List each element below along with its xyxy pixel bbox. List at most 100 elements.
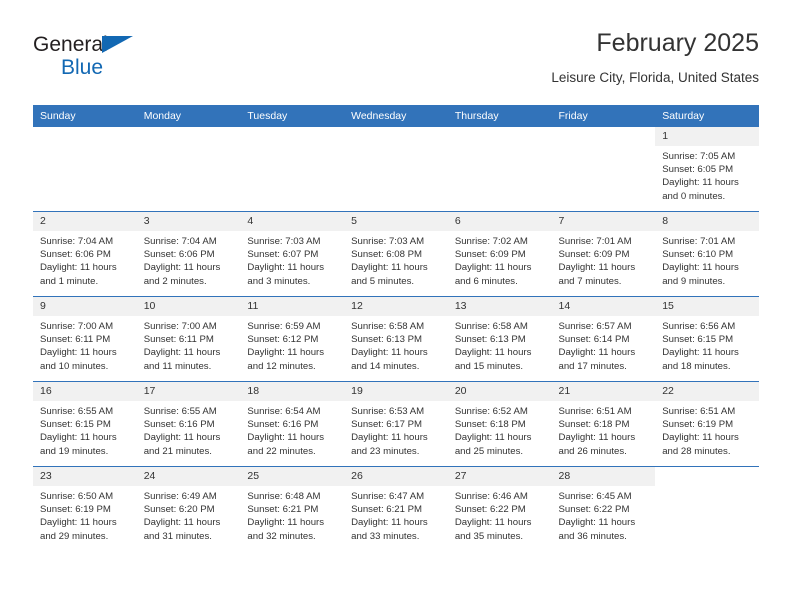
sunrise-text: Sunrise: 6:46 AM — [454, 491, 528, 502]
day-cell: 14 Sunrise: 6:57 AM Sunset: 6:14 PM Dayligh… — [551, 297, 656, 381]
calendar-cell-empty — [344, 127, 448, 212]
daylight-text-line2: and 19 minutes. — [40, 445, 109, 457]
calendar-cell-day[interactable]: 3 Sunrise: 7:04 AM Sunset: 6:06 PM Daylight… — [136, 211, 241, 297]
calendar-cell-day[interactable]: 20 Sunrise: 6:52 AM Sunset: 6:18 PM Dayligh… — [447, 381, 552, 467]
calendar-cell-empty — [240, 127, 345, 212]
sun-info: Sunrise: 7:00 AM Sunset: 6:11 PM Daylight:… — [137, 316, 241, 373]
sun-info: Sunrise: 6:58 AM Sunset: 6:13 PM Daylight:… — [344, 316, 448, 373]
calendar-cell-day[interactable]: 19 Sunrise: 6:53 AM Sunset: 6:17 PM Dayligh… — [344, 381, 448, 467]
sun-info: Sunrise: 7:04 AM Sunset: 6:06 PM Daylight:… — [33, 231, 137, 288]
daylight-text-line2: and 33 minutes. — [351, 530, 420, 542]
logo-text-general: General — [33, 34, 233, 56]
sunset-text: Sunset: 6:19 PM — [40, 504, 111, 516]
sun-info: Sunrise: 6:58 AM Sunset: 6:13 PM Daylight:… — [448, 316, 552, 373]
day-cell: 6 Sunrise: 7:02 AM Sunset: 6:09 PM Daylight… — [447, 212, 552, 296]
sun-info: Sunrise: 7:01 AM Sunset: 6:10 PM Daylight:… — [655, 231, 759, 288]
daylight-text-line2: and 23 minutes. — [351, 445, 420, 457]
calendar-cell-day[interactable]: 15 Sunrise: 6:56 AM Sunset: 6:15 PM Dayligh… — [655, 296, 759, 382]
day-cell: 26 Sunrise: 6:47 AM Sunset: 6:21 PM Dayligh… — [344, 467, 448, 551]
calendar-cell-day[interactable]: 24 Sunrise: 6:49 AM Sunset: 6:20 PM Dayligh… — [136, 466, 241, 551]
day-cell: 21 Sunrise: 6:51 AM Sunset: 6:18 PM Dayligh… — [551, 382, 656, 466]
calendar-cell-day[interactable]: 18 Sunrise: 6:54 AM Sunset: 6:16 PM Dayligh… — [240, 381, 345, 467]
calendar-cell-day[interactable]: 8 Sunrise: 7:01 AM Sunset: 6:10 PM Daylight… — [655, 211, 759, 297]
daylight-text-line1: Daylight: 11 hours — [247, 517, 325, 529]
sunset-text: Sunset: 6:06 PM — [143, 249, 215, 261]
sunset-text: Sunset: 6:16 PM — [247, 419, 319, 431]
calendar-cell-day[interactable]: 27 Sunrise: 6:46 AM Sunset: 6:22 PM Dayligh… — [447, 466, 552, 551]
calendar-cell-day[interactable]: 6 Sunrise: 7:02 AM Sunset: 6:09 PM Daylight… — [447, 211, 552, 297]
daylight-text-line2: and 35 minutes. — [454, 530, 524, 542]
calendar-cell-day[interactable]: 13 Sunrise: 6:58 AM Sunset: 6:13 PM Dayligh… — [447, 296, 552, 382]
calendar-cell-day[interactable]: 23 Sunrise: 6:50 AM Sunset: 6:19 PM Dayligh… — [33, 466, 137, 551]
daylight-text-line1: Daylight: 11 hours — [143, 432, 221, 444]
calendar-cell-day[interactable]: 9 Sunrise: 7:00 AM Sunset: 6:11 PM Daylight… — [33, 296, 137, 382]
sunset-text: Sunset: 6:22 PM — [558, 504, 630, 516]
sunset-text: Sunset: 6:13 PM — [351, 334, 423, 346]
logo-triangle-icon — [102, 36, 133, 53]
day-cell — [447, 127, 552, 211]
calendar-cell-day[interactable]: 25 Sunrise: 6:48 AM Sunset: 6:21 PM Dayligh… — [240, 466, 345, 551]
calendar-week-row: 9 Sunrise: 7:00 AM Sunset: 6:11 PM Daylight… — [33, 296, 759, 382]
sunset-text: Sunset: 6:11 PM — [40, 334, 111, 346]
day-number: 4 — [240, 212, 345, 231]
sun-info: Sunrise: 7:02 AM Sunset: 6:09 PM Daylight:… — [448, 231, 552, 288]
daylight-text-line2: and 17 minutes. — [558, 360, 627, 372]
sunrise-text: Sunrise: 6:52 AM — [454, 406, 528, 417]
calendar-cell-day[interactable]: 5 Sunrise: 7:03 AM Sunset: 6:08 PM Daylight… — [344, 211, 448, 297]
day-number: 21 — [551, 382, 656, 401]
weekday-header-saturday: Saturday — [655, 105, 759, 127]
calendar-cell-empty — [447, 127, 552, 212]
calendar-cell-day[interactable]: 16 Sunrise: 6:55 AM Sunset: 6:15 PM Dayligh… — [33, 381, 137, 467]
calendar-cell-day[interactable]: 1 Sunrise: 7:05 AM Sunset: 6:05 PM Daylight… — [655, 127, 759, 212]
weekday-header-row: Sunday Monday Tuesday Wednesday Thursday Frid… — [33, 105, 759, 127]
day-number — [447, 127, 552, 146]
day-cell: 7 Sunrise: 7:01 AM Sunset: 6:09 PM Daylight… — [551, 212, 656, 296]
sun-info: Sunrise: 7:04 AM Sunset: 6:06 PM Daylight:… — [137, 231, 241, 288]
calendar-cell-day[interactable]: 17 Sunrise: 6:55 AM Sunset: 6:16 PM Dayligh… — [136, 381, 241, 467]
day-number: 19 — [344, 382, 448, 401]
day-cell: 1 Sunrise: 7:05 AM Sunset: 6:05 PM Daylight… — [655, 127, 759, 211]
calendar-cell-day[interactable]: 28 Sunrise: 6:45 AM Sunset: 6:22 PM Dayligh… — [551, 466, 656, 551]
calendar-cell-day[interactable]: 7 Sunrise: 7:01 AM Sunset: 6:09 PM Daylight… — [551, 211, 656, 297]
calendar-cell-day[interactable]: 10 Sunrise: 7:00 AM Sunset: 6:11 PM Dayligh… — [136, 296, 241, 382]
calendar-table: Sunday Monday Tuesday Wednesday Thursday Frid… — [33, 105, 759, 551]
daylight-text-line2: and 36 minutes. — [558, 530, 627, 542]
calendar-week-row: 1 Sunrise: 7:05 AM Sunset: 6:05 PM Daylight… — [33, 127, 759, 212]
sunrise-text: Sunrise: 7:03 AM — [247, 236, 321, 247]
calendar-cell-day[interactable]: 22 Sunrise: 6:51 AM Sunset: 6:19 PM Dayligh… — [655, 381, 759, 467]
calendar-cell-day[interactable]: 12 Sunrise: 6:58 AM Sunset: 6:13 PM Dayligh… — [344, 296, 448, 382]
daylight-text-line2: and 28 minutes. — [662, 445, 731, 457]
sunrise-text: Sunrise: 7:04 AM — [40, 236, 114, 247]
sun-info: Sunrise: 6:54 AM Sunset: 6:16 PM Daylight:… — [240, 401, 344, 458]
weekday-header-friday: Friday — [551, 105, 656, 127]
day-number: 22 — [655, 382, 759, 401]
day-number: 1 — [655, 127, 759, 146]
daylight-text-line2: and 0 minutes. — [662, 190, 726, 202]
daylight-text-line1: Daylight: 11 hours — [454, 517, 532, 529]
sunrise-text: Sunrise: 6:49 AM — [143, 491, 217, 502]
calendar-cell-day[interactable]: 21 Sunrise: 6:51 AM Sunset: 6:18 PM Dayligh… — [551, 381, 656, 467]
sun-info: Sunrise: 7:03 AM Sunset: 6:08 PM Daylight:… — [344, 231, 448, 288]
sunset-text: Sunset: 6:21 PM — [247, 504, 319, 516]
general-blue-logo[interactable]: General Blue — [33, 34, 233, 86]
calendar-cell-day[interactable]: 26 Sunrise: 6:47 AM Sunset: 6:21 PM Dayligh… — [344, 466, 448, 551]
sunset-text: Sunset: 6:18 PM — [454, 419, 526, 431]
daylight-text-line1: Daylight: 11 hours — [143, 517, 221, 529]
daylight-text-line1: Daylight: 11 hours — [454, 432, 532, 444]
daylight-text-line1: Daylight: 11 hours — [662, 262, 739, 274]
day-number: 10 — [136, 297, 241, 316]
calendar-cell-day[interactable]: 14 Sunrise: 6:57 AM Sunset: 6:14 PM Dayligh… — [551, 296, 656, 382]
sunrise-text: Sunrise: 6:55 AM — [143, 406, 217, 417]
day-cell: 2 Sunrise: 7:04 AM Sunset: 6:06 PM Daylight… — [33, 212, 137, 296]
sunset-text: Sunset: 6:08 PM — [351, 249, 423, 261]
calendar-cell-day[interactable]: 11 Sunrise: 6:59 AM Sunset: 6:12 PM Dayligh… — [240, 296, 345, 382]
day-cell: 19 Sunrise: 6:53 AM Sunset: 6:17 PM Dayligh… — [344, 382, 448, 466]
calendar-cell-day[interactable]: 2 Sunrise: 7:04 AM Sunset: 6:06 PM Daylight… — [33, 211, 137, 297]
daylight-text-line2: and 18 minutes. — [662, 360, 731, 372]
sun-info: Sunrise: 6:53 AM Sunset: 6:17 PM Daylight:… — [344, 401, 448, 458]
day-cell: 5 Sunrise: 7:03 AM Sunset: 6:08 PM Daylight… — [344, 212, 448, 296]
daylight-text-line2: and 21 minutes. — [143, 445, 212, 457]
weekday-header-wednesday: Wednesday — [344, 105, 448, 127]
daylight-text-line2: and 14 minutes. — [351, 360, 420, 372]
calendar-cell-day[interactable]: 4 Sunrise: 7:03 AM Sunset: 6:07 PM Daylight… — [240, 211, 345, 297]
